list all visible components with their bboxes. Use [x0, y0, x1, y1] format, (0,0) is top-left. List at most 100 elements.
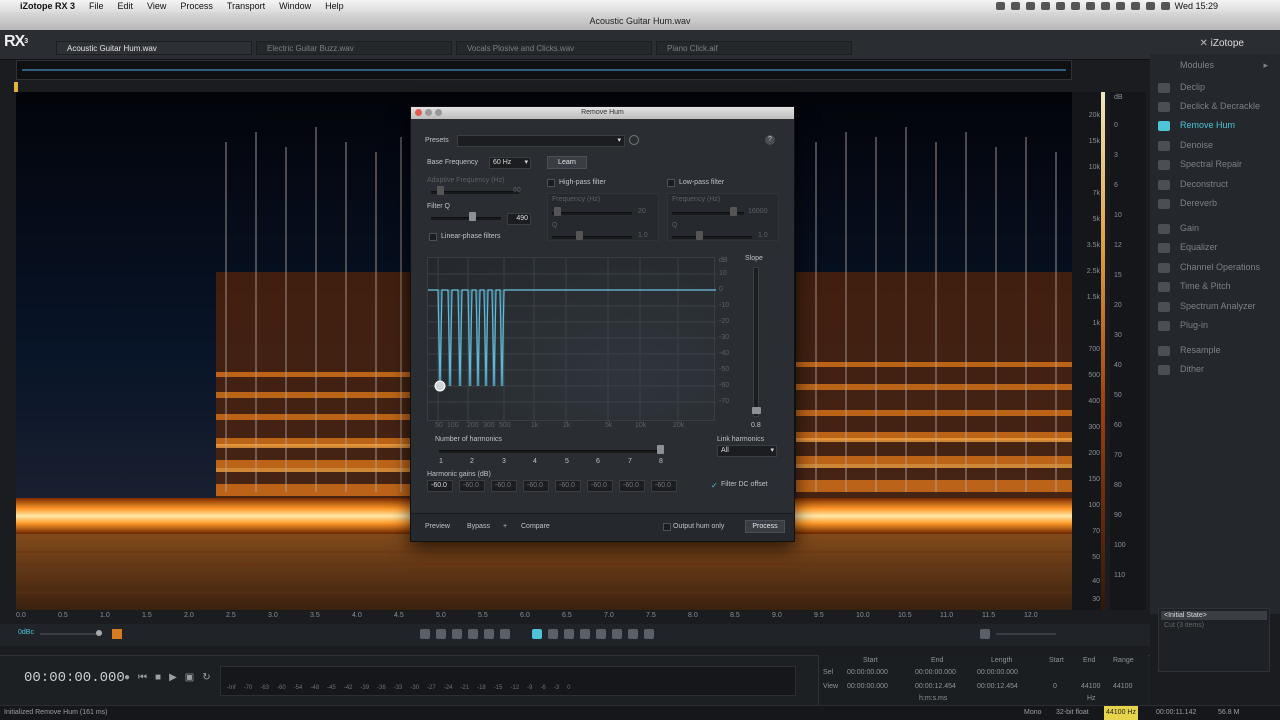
- module-declip[interactable]: Declip: [1158, 78, 1278, 96]
- file-tab[interactable]: Electric Guitar Buzz.wav: [256, 41, 452, 55]
- hp-q-handle[interactable]: [576, 231, 583, 240]
- module-resample[interactable]: Resample: [1158, 341, 1278, 359]
- menu-process[interactable]: Process: [180, 1, 213, 11]
- sel-start[interactable]: 00:00:00.000: [847, 669, 888, 676]
- presets-dropdown[interactable]: ▾: [457, 135, 625, 147]
- plus-icon[interactable]: +: [503, 523, 507, 530]
- lp-q-handle[interactable]: [696, 231, 703, 240]
- view-freq-start[interactable]: 0: [1053, 683, 1057, 690]
- time-select-icon[interactable]: [532, 629, 542, 639]
- play-selection-icon[interactable]: ▣: [185, 672, 194, 683]
- harmonic-gain-1[interactable]: -60.0: [427, 480, 453, 492]
- play-icon[interactable]: ▶: [169, 672, 177, 683]
- module-plugin[interactable]: Plug-in: [1158, 316, 1278, 334]
- filter-q-handle[interactable]: [469, 212, 476, 221]
- slope-handle[interactable]: [752, 407, 761, 414]
- menu-file[interactable]: File: [89, 1, 104, 11]
- adaptive-frequency-slider[interactable]: [431, 191, 519, 194]
- playhead-marker[interactable]: [14, 82, 18, 92]
- harmonic-select-icon[interactable]: [628, 629, 638, 639]
- dialog-titlebar[interactable]: Remove Hum: [411, 107, 794, 119]
- zoom-slider-handle[interactable]: [96, 630, 102, 636]
- module-deconstruct[interactable]: Deconstruct: [1158, 175, 1278, 193]
- module-declick[interactable]: Declick & Decrackle: [1158, 97, 1278, 115]
- lowpass-checkbox[interactable]: [667, 179, 675, 187]
- lp-frequency-handle[interactable]: [730, 207, 737, 216]
- view-start[interactable]: 00:00:00.000: [847, 683, 888, 690]
- module-denoise[interactable]: Denoise: [1158, 136, 1278, 154]
- compare-button[interactable]: Compare: [521, 523, 550, 530]
- freq-select-icon[interactable]: [548, 629, 558, 639]
- harmonic-gain-4[interactable]: -60.0: [523, 480, 549, 492]
- filter-q-value[interactable]: 490: [507, 213, 531, 225]
- harmonic-gain-8[interactable]: -60.0: [651, 480, 677, 492]
- menu-window[interactable]: Window: [279, 1, 311, 11]
- history-initial-state[interactable]: <Initial State>: [1161, 611, 1267, 620]
- menu-help[interactable]: Help: [325, 1, 344, 11]
- close-icon[interactable]: [415, 109, 422, 116]
- module-remove-hum[interactable]: Remove Hum: [1158, 116, 1278, 134]
- output-hum-checkbox[interactable]: [663, 523, 671, 531]
- file-tab[interactable]: Vocals Plosive and Clicks.wav: [456, 41, 652, 55]
- base-frequency-dropdown[interactable]: 60 Hz ▾: [489, 157, 531, 169]
- link-harmonics-dropdown[interactable]: All ▾: [717, 445, 777, 457]
- harmonic-gain-2[interactable]: -60.0: [459, 480, 485, 492]
- rewind-icon[interactable]: ⏮: [138, 672, 147, 683]
- learn-button[interactable]: Learn: [547, 156, 587, 169]
- highpass-checkbox[interactable]: [547, 179, 555, 187]
- hp-frequency-handle[interactable]: [554, 207, 561, 216]
- harmonics-handle[interactable]: [657, 445, 664, 454]
- zoom-icon[interactable]: [435, 109, 442, 116]
- status-icon[interactable]: [1011, 2, 1020, 10]
- view-length[interactable]: 00:00:12.454: [977, 683, 1018, 690]
- history-item[interactable]: Cut (3 items): [1164, 622, 1264, 629]
- loop-icon[interactable]: ↻: [202, 672, 210, 683]
- zoom-slider[interactable]: [40, 633, 100, 635]
- zoom-horizontal-icon[interactable]: [980, 629, 990, 639]
- view-freq-range[interactable]: 44100: [1113, 683, 1132, 690]
- status-icon[interactable]: [1041, 2, 1050, 10]
- menu-edit[interactable]: Edit: [118, 1, 134, 11]
- status-icon[interactable]: [1146, 2, 1155, 10]
- sel-end[interactable]: 00:00:00.000: [915, 669, 956, 676]
- filter-q-slider[interactable]: [431, 217, 501, 220]
- hp-frequency-slider[interactable]: [552, 212, 632, 215]
- adaptive-frequency-handle[interactable]: [437, 186, 444, 195]
- zoom-out-icon[interactable]: [436, 629, 446, 639]
- filter-response-graph[interactable]: [427, 257, 716, 422]
- bypass-button[interactable]: Bypass: [467, 523, 490, 530]
- file-tab-active[interactable]: Acoustic Guitar Hum.wav: [56, 41, 252, 55]
- view-freq-end[interactable]: 44100: [1081, 683, 1100, 690]
- minimize-icon[interactable]: [425, 109, 432, 116]
- speaker-icon[interactable]: [644, 629, 654, 639]
- status-icon[interactable]: [1161, 2, 1170, 10]
- slope-slider[interactable]: [753, 267, 759, 417]
- chevron-right-icon[interactable]: ▸: [1263, 60, 1268, 71]
- harmonic-gain-7[interactable]: -60.0: [619, 480, 645, 492]
- status-icon[interactable]: [1116, 2, 1125, 10]
- harmonic-gain-5[interactable]: -60.0: [555, 480, 581, 492]
- stop-icon[interactable]: ■: [155, 672, 161, 683]
- help-icon[interactable]: ?: [765, 135, 775, 145]
- view-end[interactable]: 00:00:12.454: [915, 683, 956, 690]
- status-icon[interactable]: [1131, 2, 1140, 10]
- spectrogram-mode-icon[interactable]: [112, 629, 122, 639]
- zoom-fit-icon[interactable]: [452, 629, 462, 639]
- status-icon[interactable]: [1026, 2, 1035, 10]
- file-tab[interactable]: Piano Click.aif: [656, 41, 852, 55]
- zoom-freq-icon[interactable]: [500, 629, 510, 639]
- lp-q-slider[interactable]: [672, 236, 752, 239]
- sel-length[interactable]: 00:00:00.000: [977, 669, 1018, 676]
- menu-transport[interactable]: Transport: [227, 1, 265, 11]
- menu-app-name[interactable]: iZotope RX 3: [20, 1, 75, 11]
- freq-zoom-slider[interactable]: [996, 633, 1056, 635]
- magic-wand-icon[interactable]: [612, 629, 622, 639]
- module-channel-operations[interactable]: Channel Operations: [1158, 258, 1278, 276]
- menu-clock[interactable]: Wed 15:29: [1175, 1, 1218, 11]
- status-icon[interactable]: [1086, 2, 1095, 10]
- linear-phase-checkbox[interactable]: [429, 233, 437, 241]
- module-dither[interactable]: Dither: [1158, 360, 1278, 378]
- status-icon[interactable]: [1056, 2, 1065, 10]
- lasso-icon[interactable]: [580, 629, 590, 639]
- hand-icon[interactable]: [468, 629, 478, 639]
